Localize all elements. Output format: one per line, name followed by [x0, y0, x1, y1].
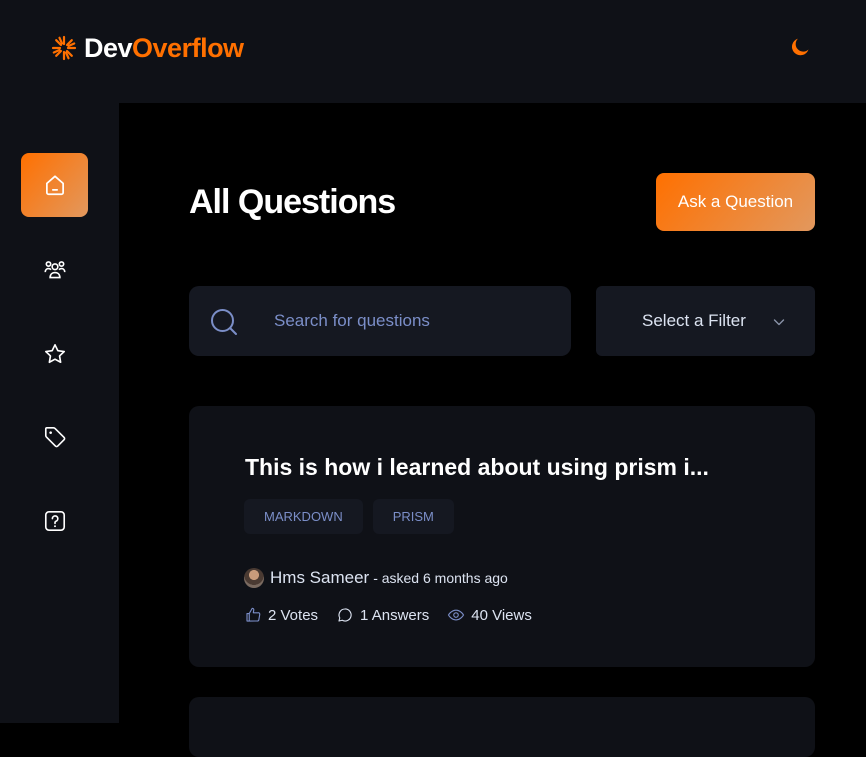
logo-dev: Dev [84, 32, 133, 63]
asked-time: - asked 6 months ago [373, 570, 508, 586]
tag-icon [44, 426, 65, 448]
left-sidebar [0, 103, 119, 723]
logo-overflow: Overflow [132, 32, 244, 63]
tag-prism[interactable]: PRISM [372, 499, 454, 534]
views-count: 40 Views [471, 606, 532, 624]
answers-stat: 1 Answers [336, 606, 429, 624]
thumbs-up-icon [246, 607, 261, 622]
search-input[interactable] [274, 286, 554, 356]
tag-markdown[interactable]: MARKDOWN [244, 499, 363, 534]
votes-stat: 2 Votes [244, 606, 318, 624]
message-icon [338, 608, 352, 622]
answers-count: 1 Answers [360, 606, 430, 624]
chevron-down-icon [773, 319, 785, 326]
home-icon [45, 175, 64, 196]
sidebar-item-home[interactable] [21, 153, 88, 217]
users-icon [43, 261, 66, 279]
search-bar[interactable] [189, 286, 571, 356]
logo-sunburst-icon [51, 35, 77, 61]
page-title: All Questions [189, 183, 396, 221]
author-row: Hms Sameer - asked 6 months ago [244, 566, 508, 590]
logo-text: DevOverflow [84, 33, 244, 64]
question-title[interactable]: This is how i learned about using prism … [245, 454, 765, 481]
question-icon [44, 510, 65, 532]
navbar: DevOverflow [0, 0, 866, 103]
eye-icon [448, 609, 465, 621]
avatar[interactable] [244, 568, 264, 588]
author-name[interactable]: Hms Sameer [270, 568, 369, 588]
sidebar-item-ask-question[interactable] [21, 489, 88, 553]
question-card[interactable] [189, 697, 815, 757]
views-stat: 40 Views [447, 606, 532, 624]
sidebar-item-tags[interactable] [21, 405, 88, 469]
search-icon [211, 309, 237, 335]
sidebar-item-community[interactable] [21, 238, 88, 302]
filter-label: Select a Filter [642, 311, 746, 330]
sidebar-item-saved[interactable] [21, 322, 88, 386]
question-stats: 2 Votes 1 Answers 40 Views [244, 603, 550, 627]
filter-select[interactable]: Select a Filter [596, 286, 815, 356]
moon-icon [791, 38, 809, 56]
question-card[interactable]: This is how i learned about using prism … [189, 406, 815, 667]
logo[interactable]: DevOverflow [50, 32, 244, 64]
question-tags: MARKDOWN PRISM [244, 499, 454, 534]
star-icon [44, 343, 65, 364]
votes-count: 2 Votes [268, 606, 319, 624]
main-content: All Questions Ask a Question Select a Fi… [119, 103, 866, 757]
ask-question-button[interactable]: Ask a Question [656, 173, 815, 231]
theme-toggle-button[interactable] [786, 33, 814, 61]
